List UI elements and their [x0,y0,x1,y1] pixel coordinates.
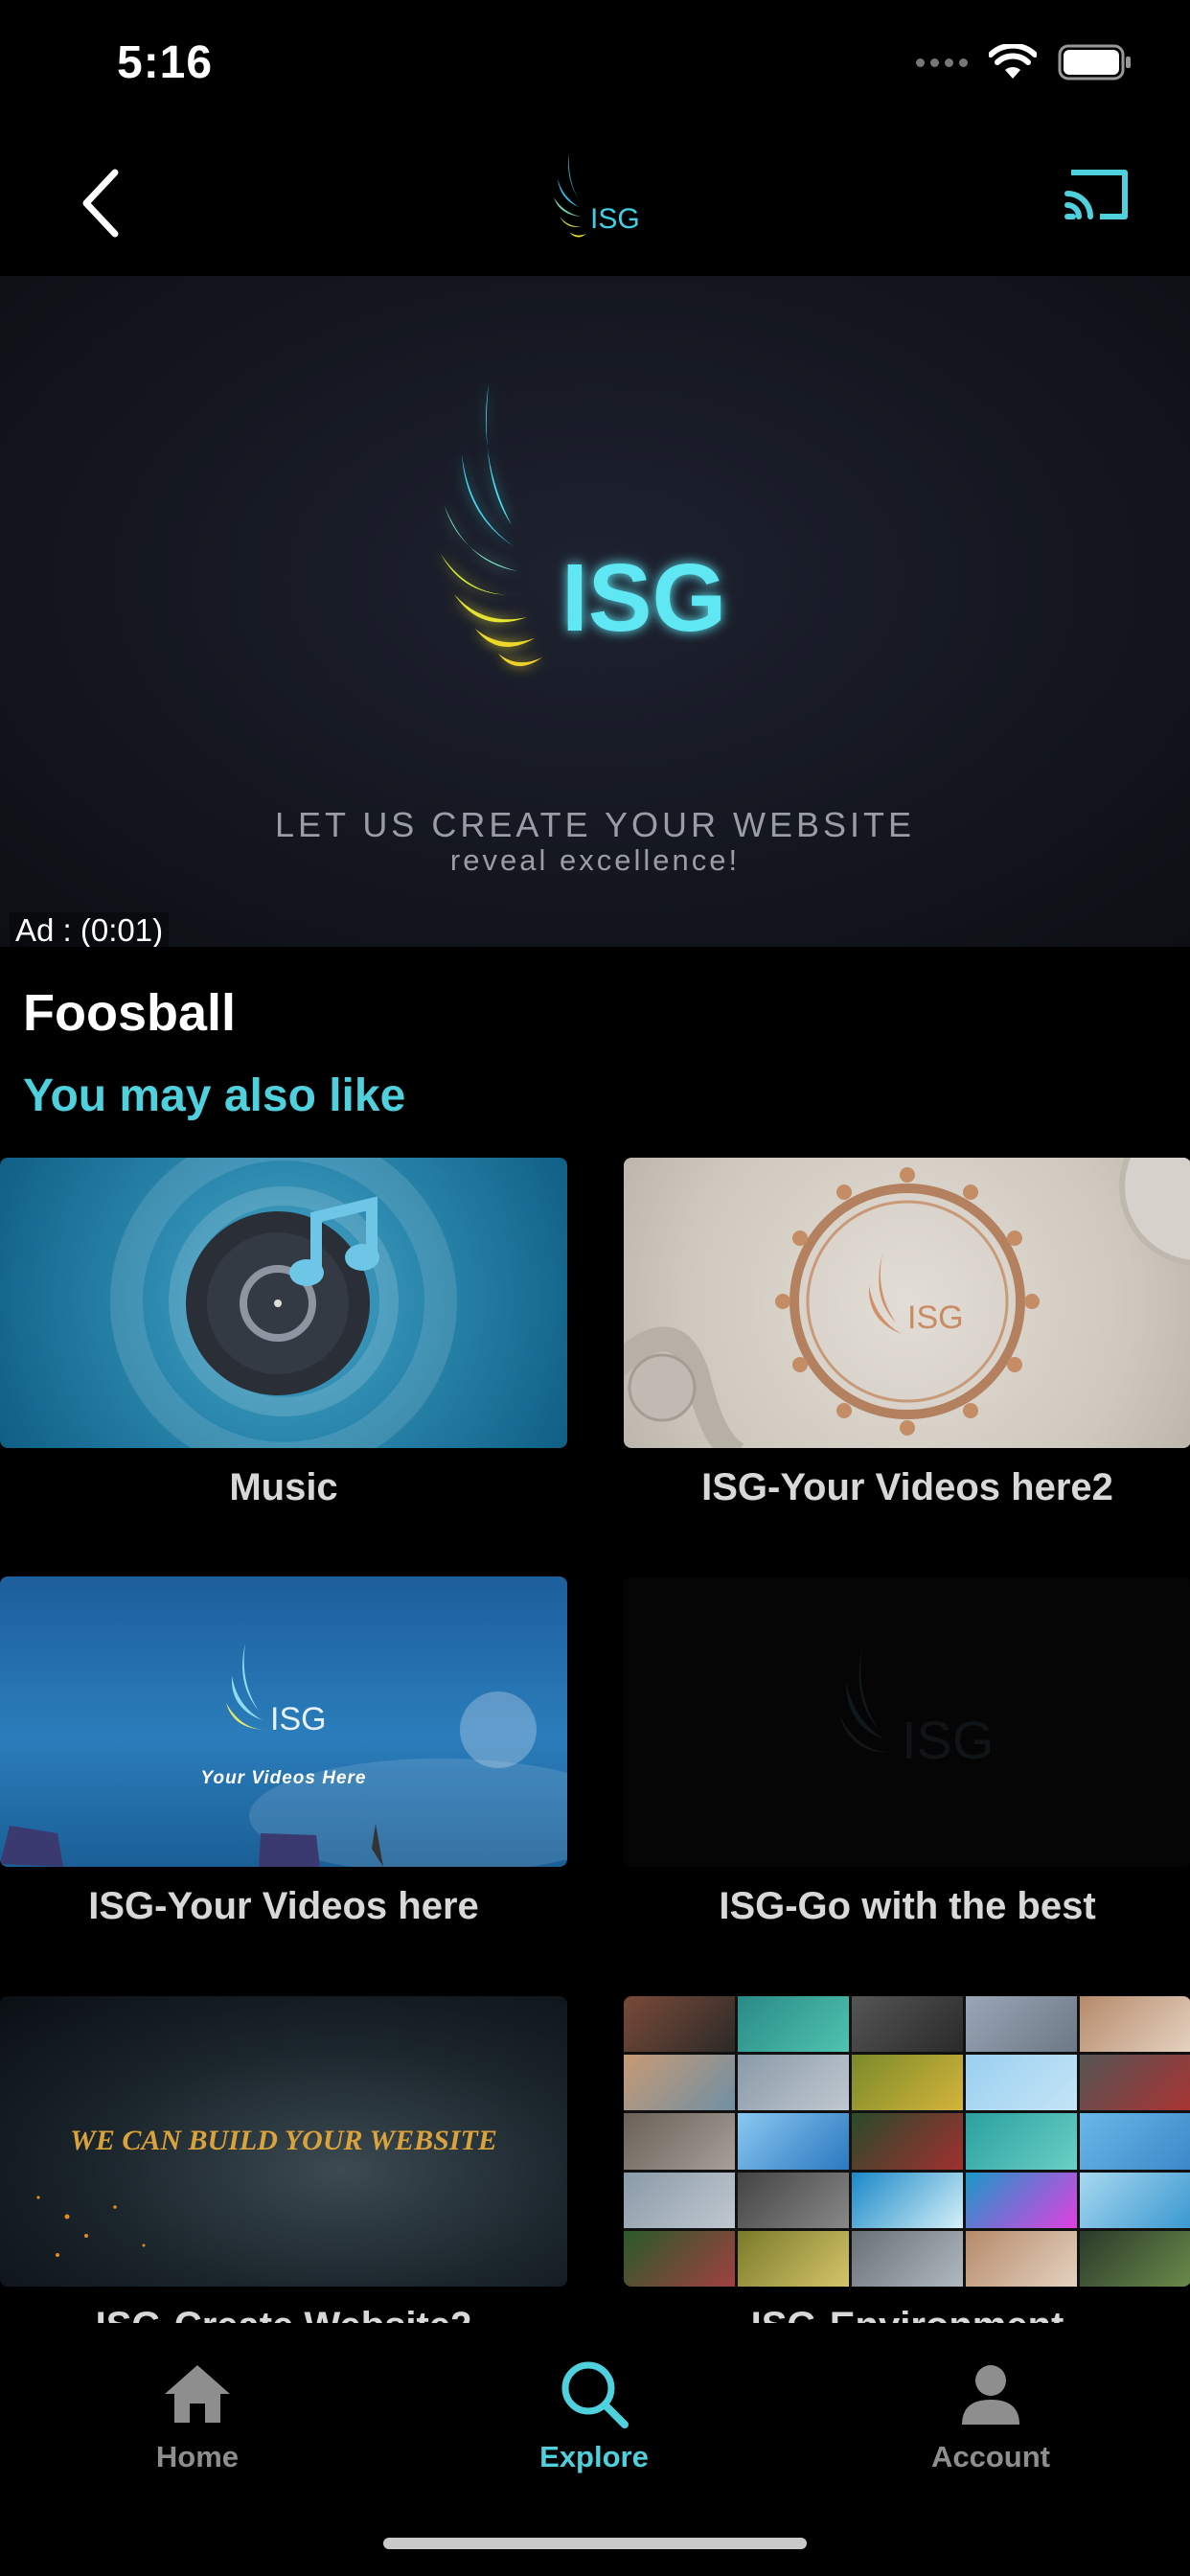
card-title[interactable]: ISG-Your Videos here2 [624,1466,1190,1509]
thumb-logo-text: ISG [902,1710,994,1770]
thumb-logo-text: ISG [270,1701,327,1737]
cast-icon[interactable] [1062,157,1134,230]
thumb-caption: Your Videos Here [201,1768,367,1788]
card-title[interactable]: ISG-Your Videos here [0,1885,567,1928]
status-time: 5:16 [117,37,214,88]
tab-account-label: Account [931,2440,1050,2473]
video-card-music[interactable]: Music [0,1158,567,1508]
status-bar: 5:16 [0,0,1190,130]
video-player[interactable]: ISG LET US CREATE YOUR WEBSITE reveal ex… [0,276,1190,947]
cellular-signal-icon [916,58,968,67]
tab-home[interactable]: Home [82,2358,312,2474]
thumbnail[interactable]: ISG [624,1576,1190,1867]
status-icons [916,44,1133,80]
website-banner: WE CAN BUILD YOUR WEBSITE [36,2125,497,2257]
thumbnail[interactable] [624,1996,1190,2287]
video-card-isg-environment[interactable]: ISG-Environment [624,1996,1190,2347]
logo-text: ISG [590,203,640,235]
tab-explore-label: Explore [539,2440,649,2473]
account-icon [962,2365,1019,2425]
video-tagline: LET US CREATE YOUR WEBSITE [274,805,916,844]
search-icon [561,2361,629,2428]
tab-explore[interactable]: Explore [479,2358,709,2474]
vinyl-record-icon [110,1158,457,1448]
thumb-banner-text: WE CAN BUILD YOUR WEBSITE [70,2125,497,2156]
video-card-isg-go-with-the-best[interactable]: ISG ISG-Go with the best [624,1576,1190,1927]
video-card-isg-your-videos-here[interactable]: ISG Your Videos Here ISG-Your Videos her… [0,1576,567,1927]
ad-countdown: Ad : (0:01) [10,912,170,947]
isg-emblem-icon: ISG [840,1644,994,1770]
video-title: Foosball [23,984,237,1042]
back-button[interactable] [73,155,130,251]
video-card-isg-your-videos-here2[interactable]: ISG ISG-Your Videos here2 [624,1158,1190,1508]
home-icon [165,2365,230,2423]
section-title: You may also like [23,1070,406,1121]
tab-home-label: Home [155,2440,240,2473]
video-subtagline: reveal excellence! [449,843,741,877]
thumb-logo-text: ISG [907,1300,964,1336]
tab-account[interactable]: Account [876,2358,1106,2474]
video-logo-text: ISG [561,544,726,652]
isg-emblem-icon: ISG [624,1158,1190,1448]
video-card-isg-create-website2[interactable]: WE CAN BUILD YOUR WEBSITE ISG-Create Web… [0,1996,567,2347]
thumbnail[interactable]: WE CAN BUILD YOUR WEBSITE [0,1996,567,2287]
thumbnail[interactable]: ISG [624,1158,1190,1448]
battery-icon [1058,44,1131,80]
thumbnail[interactable] [0,1158,567,1448]
isg-logo: ISG [554,153,640,238]
wifi-icon [989,44,1037,79]
card-title[interactable]: Music [0,1466,567,1509]
thumbnail[interactable]: ISG Your Videos Here [0,1576,567,1867]
card-title[interactable]: ISG-Go with the best [624,1885,1190,1928]
isg-emblem-icon: ISG Your Videos Here [0,1644,567,1867]
isg-video-logo: ISG [441,383,726,667]
nav-bar: ISG [0,130,1190,276]
home-indicator[interactable] [383,2538,807,2549]
